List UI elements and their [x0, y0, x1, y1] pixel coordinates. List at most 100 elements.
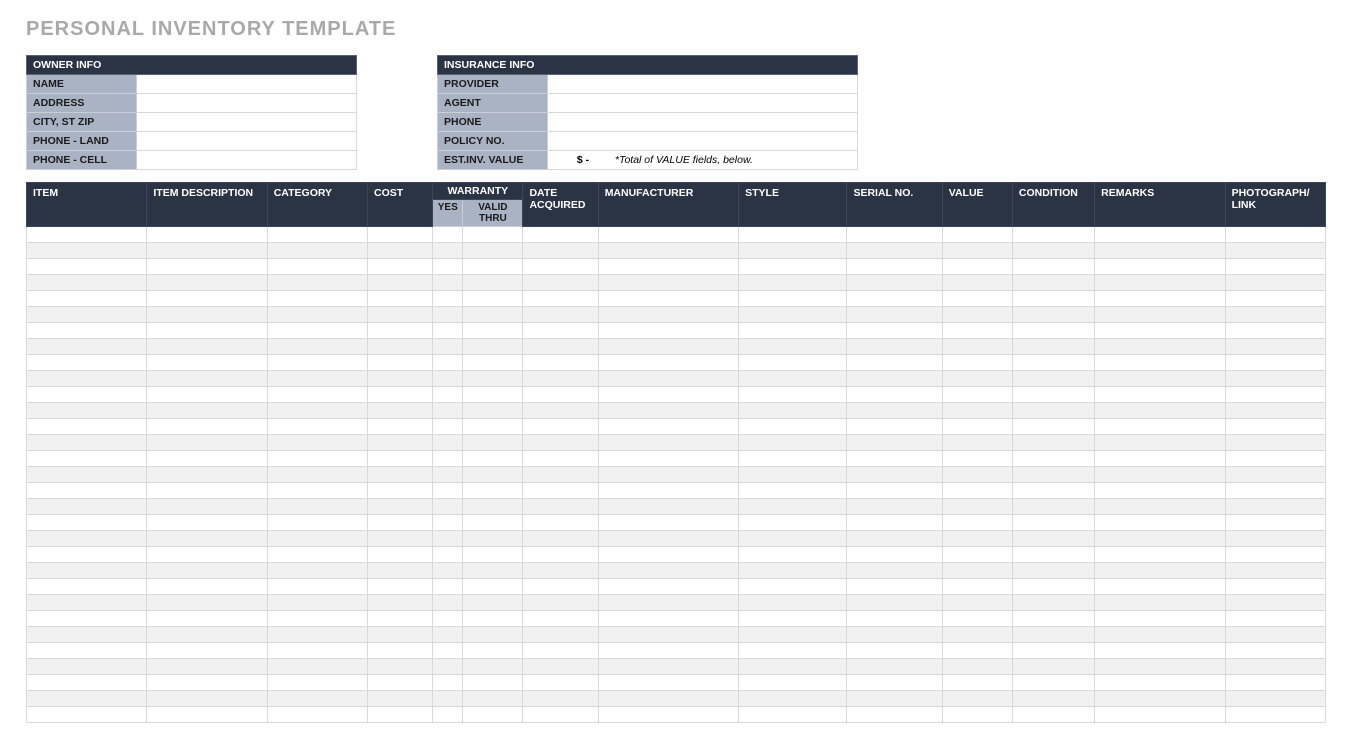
table-cell[interactable]	[1095, 691, 1225, 707]
table-cell[interactable]	[463, 403, 523, 419]
table-cell[interactable]	[463, 387, 523, 403]
table-cell[interactable]	[267, 595, 367, 611]
table-cell[interactable]	[27, 323, 147, 339]
table-cell[interactable]	[267, 691, 367, 707]
table-cell[interactable]	[463, 355, 523, 371]
table-cell[interactable]	[27, 355, 147, 371]
table-cell[interactable]	[1095, 323, 1225, 339]
table-cell[interactable]	[1225, 595, 1325, 611]
table-cell[interactable]	[27, 451, 147, 467]
table-cell[interactable]	[147, 467, 267, 483]
owner-info-value[interactable]	[137, 94, 357, 113]
table-cell[interactable]	[739, 579, 847, 595]
table-cell[interactable]	[1012, 419, 1094, 435]
table-cell[interactable]	[433, 259, 463, 275]
table-cell[interactable]	[368, 467, 433, 483]
table-cell[interactable]	[147, 419, 267, 435]
table-cell[interactable]	[147, 531, 267, 547]
table-cell[interactable]	[942, 275, 1012, 291]
table-cell[interactable]	[147, 387, 267, 403]
table-cell[interactable]	[433, 515, 463, 531]
table-cell[interactable]	[523, 579, 598, 595]
table-cell[interactable]	[463, 547, 523, 563]
table-cell[interactable]	[739, 675, 847, 691]
table-cell[interactable]	[147, 323, 267, 339]
table-cell[interactable]	[463, 339, 523, 355]
table-cell[interactable]	[1225, 691, 1325, 707]
table-cell[interactable]	[942, 355, 1012, 371]
table-cell[interactable]	[942, 531, 1012, 547]
table-cell[interactable]	[523, 451, 598, 467]
table-cell[interactable]	[1012, 499, 1094, 515]
table-cell[interactable]	[598, 307, 738, 323]
table-cell[interactable]	[433, 707, 463, 723]
table-cell[interactable]	[1012, 483, 1094, 499]
table-cell[interactable]	[739, 627, 847, 643]
table-cell[interactable]	[1225, 659, 1325, 675]
table-cell[interactable]	[27, 643, 147, 659]
table-cell[interactable]	[1095, 435, 1225, 451]
table-cell[interactable]	[27, 339, 147, 355]
table-cell[interactable]	[433, 275, 463, 291]
table-cell[interactable]	[147, 227, 267, 243]
table-cell[interactable]	[1095, 243, 1225, 259]
table-cell[interactable]	[27, 627, 147, 643]
table-cell[interactable]	[942, 339, 1012, 355]
table-cell[interactable]	[847, 243, 942, 259]
table-cell[interactable]	[1012, 435, 1094, 451]
table-cell[interactable]	[942, 643, 1012, 659]
table-cell[interactable]	[1012, 691, 1094, 707]
table-cell[interactable]	[267, 531, 367, 547]
table-cell[interactable]	[847, 483, 942, 499]
table-cell[interactable]	[1012, 355, 1094, 371]
table-cell[interactable]	[1095, 387, 1225, 403]
table-cell[interactable]	[147, 515, 267, 531]
table-cell[interactable]	[598, 403, 738, 419]
table-cell[interactable]	[598, 371, 738, 387]
table-cell[interactable]	[147, 243, 267, 259]
table-cell[interactable]	[1012, 227, 1094, 243]
table-cell[interactable]	[368, 259, 433, 275]
table-cell[interactable]	[598, 707, 738, 723]
table-cell[interactable]	[1095, 499, 1225, 515]
table-cell[interactable]	[1225, 419, 1325, 435]
table-cell[interactable]	[368, 563, 433, 579]
table-cell[interactable]	[847, 611, 942, 627]
table-cell[interactable]	[523, 371, 598, 387]
table-cell[interactable]	[739, 435, 847, 451]
table-cell[interactable]	[368, 579, 433, 595]
table-cell[interactable]	[942, 387, 1012, 403]
table-cell[interactable]	[739, 531, 847, 547]
table-cell[interactable]	[267, 323, 367, 339]
table-cell[interactable]	[27, 531, 147, 547]
table-cell[interactable]	[1012, 467, 1094, 483]
table-cell[interactable]	[523, 467, 598, 483]
table-cell[interactable]	[1225, 499, 1325, 515]
table-cell[interactable]	[847, 579, 942, 595]
table-cell[interactable]	[368, 515, 433, 531]
table-cell[interactable]	[27, 547, 147, 563]
table-cell[interactable]	[147, 499, 267, 515]
table-cell[interactable]	[27, 387, 147, 403]
table-cell[interactable]	[942, 515, 1012, 531]
table-cell[interactable]	[1095, 355, 1225, 371]
table-cell[interactable]	[147, 547, 267, 563]
table-cell[interactable]	[523, 691, 598, 707]
table-cell[interactable]	[523, 595, 598, 611]
table-cell[interactable]	[598, 515, 738, 531]
table-cell[interactable]	[1012, 323, 1094, 339]
table-cell[interactable]	[1225, 275, 1325, 291]
table-cell[interactable]	[1095, 643, 1225, 659]
table-cell[interactable]	[147, 627, 267, 643]
table-cell[interactable]	[1225, 675, 1325, 691]
table-cell[interactable]	[27, 595, 147, 611]
owner-info-value[interactable]	[137, 132, 357, 151]
table-cell[interactable]	[463, 307, 523, 323]
table-cell[interactable]	[598, 531, 738, 547]
table-cell[interactable]	[739, 419, 847, 435]
table-cell[interactable]	[1225, 483, 1325, 499]
insurance-info-value[interactable]	[548, 75, 858, 94]
table-cell[interactable]	[739, 563, 847, 579]
table-cell[interactable]	[463, 499, 523, 515]
table-cell[interactable]	[1225, 579, 1325, 595]
